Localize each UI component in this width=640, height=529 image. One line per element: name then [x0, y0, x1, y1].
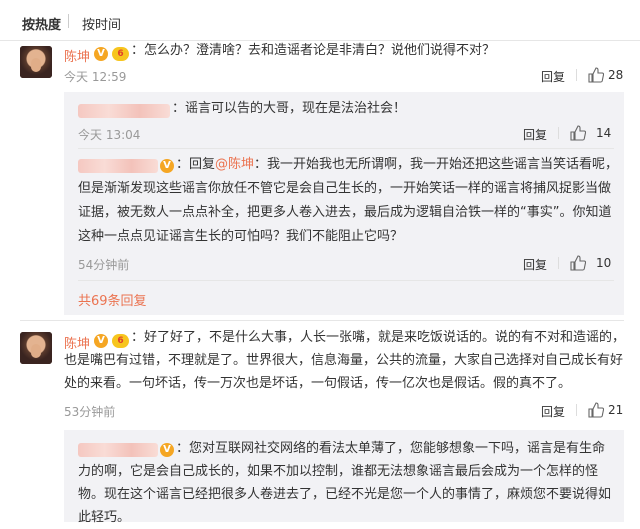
avatar[interactable] [20, 46, 52, 78]
sort-bar: 按热度 按时间 [0, 0, 640, 41]
reply-text-line: 物。现在这个谣言已经把很多人卷进去了，已经不光是您一个人的事情了，麻烦您不要说得… [78, 487, 612, 502]
mention-link[interactable]: @陈坤 [215, 157, 254, 172]
thumbs-up-icon[interactable] [588, 402, 604, 418]
comment-text-line: 也是嘴巴有过错，不理就是了。世界很大，信息海量，公共的流量，大家自己选择对自己成… [64, 353, 624, 368]
like-count: 14 [596, 126, 612, 140]
comment-time: 53分钟前 [64, 405, 116, 419]
divider [558, 127, 559, 139]
divider [78, 148, 614, 149]
reply-text-line: ：您对互联网社交网络的看法太单薄了，您能够想象一下吗，谣言是有生命 [176, 441, 606, 456]
comment-text: ：怎么办？澄清啥？去和造谣者论是非清白？说他们说得不对？ [131, 43, 496, 58]
reply-button[interactable]: 回复 [541, 403, 565, 420]
comment-text-line: 处的来看。一句坏话，传一万次也是坏话，一句假话，传一亿次也是假话。假的真不了。 [64, 376, 572, 391]
vip-badge-icon: 6 [112, 334, 129, 348]
comment-text-line: ：好了好了，不是什么大事，人长一张嘴，就是来吃饭说话的。说的有不对和造谣的， [131, 330, 626, 345]
reply-text-line: 证据，被无数人一点点补全，把更多人卷入进去，最后成为逻辑自洽铁一样的“事实”。你… [78, 205, 612, 220]
reply-text: ：谣言可以告的大哥，现在是法治社会！ [172, 101, 407, 116]
verified-badge-icon: V [160, 443, 174, 457]
sort-by-time[interactable]: 按时间 [82, 14, 121, 33]
blurred-username [78, 159, 158, 173]
divider [576, 404, 577, 416]
reply-text-line: 此轻巧。 [78, 510, 131, 525]
like-count: 10 [596, 256, 612, 270]
reply-button[interactable]: 回复 [541, 68, 565, 85]
verified-badge-icon: V [160, 159, 174, 173]
sort-by-heat[interactable]: 按热度 [22, 14, 61, 33]
blurred-username [78, 104, 170, 118]
reply-time: 54分钟前 [78, 258, 130, 272]
divider [558, 257, 559, 269]
thumbs-up-icon[interactable] [588, 67, 604, 83]
thumbs-up-icon[interactable] [570, 255, 586, 271]
reply-text-line: 这种一点点见证谣言生长的可怕吗？我们不能阻止它吗？ [78, 229, 404, 244]
more-replies-link[interactable]: 共69条回复 [78, 290, 147, 309]
sort-divider [68, 14, 69, 28]
thumbs-up-icon[interactable] [570, 125, 586, 141]
verified-badge-icon: V [94, 334, 108, 348]
blurred-username [78, 443, 158, 457]
vip-badge-icon: 6 [112, 47, 129, 61]
reply-button[interactable]: 回复 [523, 126, 547, 143]
divider [20, 320, 624, 321]
like-count: 28 [608, 68, 624, 82]
reply-time: 今天 13:04 [78, 128, 141, 142]
reply-text-line: ：回复@陈坤：我一开始我也无所谓啊，我一开始还把这些谣言当笑话看呢， [176, 157, 619, 172]
avatar[interactable] [20, 332, 52, 364]
like-count: 21 [608, 403, 624, 417]
reply-text-line: 但是渐渐发现这些谣言你放任不管它是会自己生长的，一开始笑话一样的谣言将捕风捉影当… [78, 181, 612, 196]
comment-author[interactable]: 陈坤 [64, 46, 90, 65]
comment-time: 今天 12:59 [64, 70, 127, 84]
divider [576, 69, 577, 81]
verified-badge-icon: V [94, 47, 108, 61]
divider [78, 280, 614, 281]
reply-button[interactable]: 回复 [523, 256, 547, 273]
reply-text-line: 力的啊，它是会自己成长的，如果不加以控制，谁都无法想象谣言最后会成为一个怎样的怪 [78, 464, 599, 479]
